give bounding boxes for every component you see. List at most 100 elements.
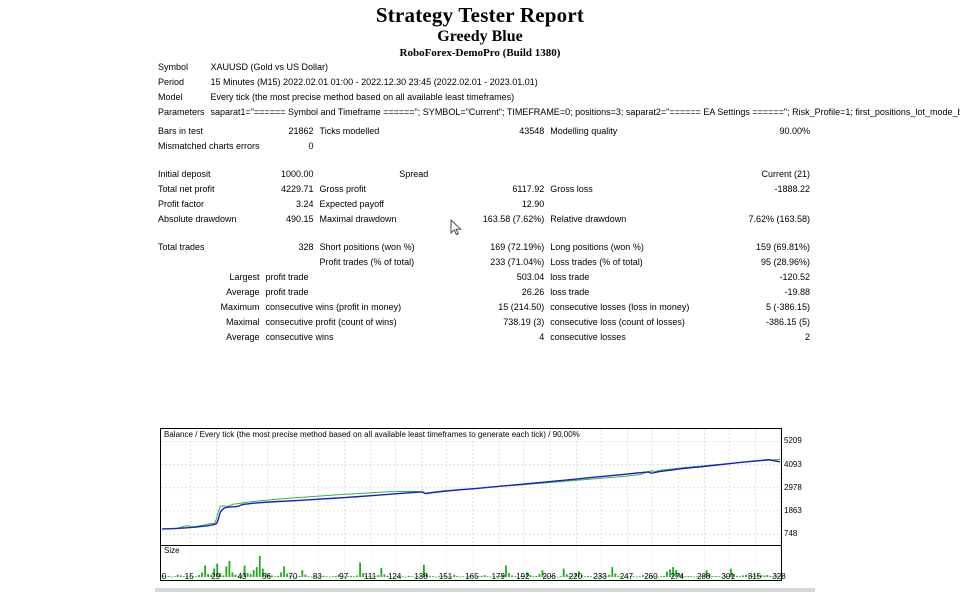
long-positions-value: 159 (69.81%) [755,242,810,252]
horizontal-scrollbar[interactable] [155,588,815,592]
page-title: Strategy Tester Report [375,3,585,27]
parameters-value: saparat1="====== Symbol and Timeframe ==… [210,107,960,117]
y-tick-label: 1863 [784,505,802,515]
x-tick-label: 138 [414,572,428,581]
largest-profit-trade-value: 503.04 [516,272,545,282]
x-tick-label: 301 [721,572,735,581]
balance-chart-plot: Balance / Every tick (the most precise m… [160,428,782,546]
relative-drawdown-value: 7.62% (163.58) [748,214,810,224]
average-label: Average [226,287,260,297]
mismatched-filler3 [547,139,712,154]
x-tick-label: 151 [438,572,453,581]
total-trades-value: 328 [298,242,314,252]
expected-payoff-empty [547,197,712,212]
period-label: Period [158,77,185,87]
gross-loss-value: -1888.22 [774,184,810,194]
avg-consecutive-losses-value: 2 [804,332,810,342]
server-build: RoboForex-DemoPro (Build 1380) [399,47,561,59]
report-page: Strategy Tester Report Greedy Blue RoboF… [0,0,960,593]
spread-label: Spread [399,169,429,179]
gross-loss-label: Gross loss [550,184,593,194]
ticks-modelled-label: Ticks modelled [319,126,380,136]
x-tick-label: 179 [491,572,505,581]
max-consecutive-losses-value: 5 (-386.15) [765,302,810,312]
table-row-drawdown: Absolute drawdown 490.15 Maximal drawdow… [155,212,813,227]
modelling-quality-label: Modelling quality [550,126,618,136]
modelling-quality-value: 90.00% [779,126,810,136]
loss-trades-label: Loss trades (% of total) [550,257,643,267]
loss-trades-value: 95 (28.96%) [760,257,810,267]
chart-x-axis-labels: 0 15 29 43 56 70 83 97 111 124 138 151 165 179 192 206 2… [160,572,786,584]
mismatched-filler1 [317,139,432,154]
table-row-profit-factor: Profit factor 3.24 Expected payoff 12.90 [155,197,813,212]
maximal-consecutive-loss-label: consecutive loss (count of losses) [550,317,685,327]
model-value: Every tick (the most precise method base… [210,92,515,102]
spread-empty [547,167,712,182]
avg-consecutive-wins-value: 4 [539,332,545,342]
table-row-symbol: Symbol XAUUSD (Gold vs US Dollar) [155,60,960,75]
x-tick-label: 328 [772,572,786,581]
short-positions-label: Short positions (won %) [319,242,415,252]
max-consecutive-wins-value: 15 (214.50) [498,302,545,312]
x-tick-label: 124 [387,572,402,581]
table-row-profit-trades: Profit trades (% of total) 233 (71.04%) … [155,255,813,270]
gross-profit-label: Gross profit [319,184,367,194]
balance-chart-caption: Balance / Every tick (the most precise m… [164,430,580,440]
test-info-table: Symbol XAUUSD (Gold vs US Dollar) Period… [155,60,960,120]
x-tick-label: 233 [593,572,607,581]
x-tick-label: 56 [262,572,271,581]
table-row-period: Period 15 Minutes (M15) 2022.02.01 01:00… [155,75,960,90]
short-positions-value: 169 (72.19%) [490,242,545,252]
report-header: Strategy Tester Report Greedy Blue RoboF… [0,0,960,60]
symbol-value: XAUUSD (Gold vs US Dollar) [210,62,329,72]
table-row-deposit: Initial deposit 1000.00 Spread Current (… [155,167,813,182]
bars-in-test-value: 21862 [288,126,314,136]
bars-in-test-label: Bars in test [158,126,204,136]
maximal-drawdown-value: 163.58 (7.62%) [482,214,545,224]
balance-chart-svg [161,429,781,545]
x-tick-label: 70 [288,572,298,581]
expected-payoff-value: 12.90 [521,199,545,209]
maximal-drawdown-label: Maximal drawdown [319,214,397,224]
average-profit-trade-label: profit trade [265,287,309,297]
table-row-maximum: Maximum consecutive wins (profit in mone… [155,300,813,315]
relative-drawdown-label: Relative drawdown [550,214,627,224]
total-net-profit-value: 4229.71 [280,184,314,194]
profit-trades-empty [155,255,263,270]
absolute-drawdown-label: Absolute drawdown [158,214,237,224]
maximal-consecutive-profit-label: consecutive profit (count of wins) [265,317,397,327]
largest-loss-trade-label: loss trade [550,272,590,282]
largest-empty [317,270,432,285]
expected-payoff-empty2 [712,197,813,212]
modelling-table: Bars in test 21862 Ticks modelled 43548 … [155,124,813,345]
average-profit-trade-value: 26.26 [521,287,545,297]
x-tick-label: 29 [211,572,221,581]
average-loss-trade-value: -19.88 [784,287,810,297]
table-row-total-trades: Total trades 328 Short positions (won %)… [155,240,813,255]
profit-factor-label: Profit factor [158,199,205,209]
long-positions-label: Long positions (won %) [550,242,644,252]
x-tick-label: 0 [161,572,167,581]
table-row-parameters: Parameters saparat1="====== Symbol and T… [155,105,960,120]
maximal-label: Maximal [226,317,260,327]
x-tick-label: 206 [542,572,556,581]
maximal-consecutive-profit-value: 738.19 (3) [503,317,545,327]
absolute-drawdown-value: 490.15 [286,214,314,224]
table-row-model: Model Every tick (the most precise metho… [155,90,960,105]
table-row-largest: Largest profit trade 503.04 loss trade -… [155,270,813,285]
x-tick-label: 247 [619,572,634,581]
period-value: 15 Minutes (M15) 2022.02.01 01:00 - 2022… [210,77,538,87]
x-tick-label: 165 [465,572,479,581]
largest-loss-trade-value: -120.52 [779,272,810,282]
table-row-maximal: Maximal consecutive profit (count of win… [155,315,813,330]
profit-trades-label: Profit trades (% of total) [319,257,415,267]
expected-payoff-label: Expected payoff [319,199,384,209]
spacer-row-2 [155,227,813,240]
largest-profit-trade-label: profit trade [265,272,309,282]
gross-profit-value: 6117.92 [512,184,545,194]
y-tick-label: 4093 [784,459,802,469]
spacer-row-1 [155,154,813,167]
y-tick-label: 5209 [784,436,802,446]
maximal-consecutive-loss-value: -386.15 (5) [765,317,810,327]
avg-consecutive-losses-label: consecutive losses [550,332,626,342]
